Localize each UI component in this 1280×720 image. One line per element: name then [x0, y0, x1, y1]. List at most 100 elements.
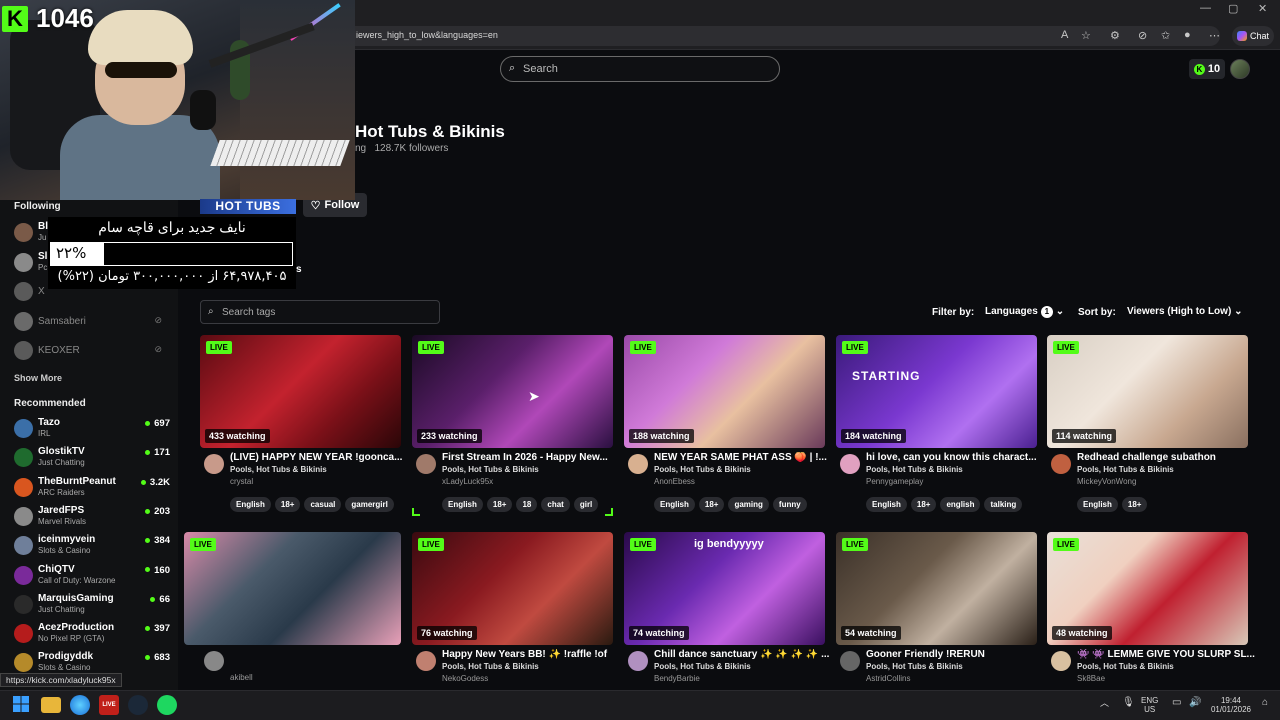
file-explorer-icon[interactable] — [41, 697, 61, 713]
spotify-icon[interactable] — [157, 695, 177, 715]
tag-chip[interactable]: chat — [541, 497, 570, 512]
tag-chip[interactable]: funny — [772, 497, 807, 512]
show-more-link[interactable]: Show More — [14, 373, 62, 383]
sidebar-recommended-item[interactable]: ChiQTV Call of Duty: Warzone 160 — [14, 563, 170, 589]
streamer-avatar[interactable] — [204, 651, 224, 671]
tag-chip[interactable]: gamergirl — [345, 497, 394, 512]
stream-title[interactable]: 👾 👾 LEMME GIVE YOU SLURP SL... — [1077, 649, 1255, 660]
stream-thumbnail[interactable]: LIVE 233 watching — [412, 335, 613, 448]
streamer-avatar[interactable] — [204, 454, 224, 474]
copilot-chat-button[interactable]: Chat — [1232, 26, 1274, 46]
tag-chip[interactable]: girl — [573, 497, 599, 512]
streamer-name[interactable]: BendyBarbie — [654, 674, 700, 683]
streamer-avatar[interactable] — [628, 454, 648, 474]
tag-chip[interactable]: English — [230, 497, 271, 512]
tag-chip[interactable]: 18+ — [698, 497, 725, 512]
sidebar-recommended-item[interactable]: GlostikTV Just Chatting 171 — [14, 445, 170, 471]
streamer-name[interactable]: Sk8Bae — [1077, 674, 1105, 683]
streamer-avatar[interactable] — [1051, 454, 1071, 474]
read-aloud-icon[interactable]: A — [1061, 29, 1068, 41]
stream-thumbnail[interactable]: LIVE 114 watching — [1047, 335, 1248, 448]
steam-icon[interactable] — [128, 695, 148, 715]
sidebar-recommended-item[interactable]: TheBurntPeanut ARC Raiders 3.2K — [14, 475, 170, 501]
sidebar-following-item[interactable]: KEOXER ⊘ — [14, 338, 170, 364]
tag-chip[interactable]: talking — [984, 497, 1023, 512]
tag-chip[interactable]: 18+ — [274, 497, 301, 512]
stream-title[interactable]: (LIVE) HAPPY NEW YEAR !gooncа... — [230, 452, 408, 463]
tag-chip[interactable]: 18+ — [1121, 497, 1148, 512]
streamer-avatar[interactable] — [628, 651, 648, 671]
stream-category[interactable]: Pools, Hot Tubs & Bikinis — [866, 662, 963, 671]
adblock-icon[interactable]: ⊘ — [1138, 29, 1147, 42]
windows-start-icon[interactable] — [12, 695, 32, 715]
stream-title[interactable]: Gooner Friendly !RERUN — [866, 649, 1044, 660]
close-icon[interactable]: ✕ — [1258, 2, 1267, 15]
streamer-name[interactable]: MickeyVonWong — [1077, 477, 1136, 486]
stream-thumbnail[interactable]: LIVE 48 watching — [1047, 532, 1248, 645]
maximize-icon[interactable]: ▢ — [1228, 2, 1238, 15]
volume-icon[interactable]: 🔊 — [1189, 698, 1201, 708]
notification-off-icon[interactable]: ⊘ — [154, 344, 162, 355]
stream-thumbnail[interactable]: LIVE 74 watching ig bendyyyyy — [624, 532, 825, 645]
tray-chevron-icon[interactable]: ︿ — [1100, 699, 1109, 708]
sidebar-following-item[interactable]: Samsaberi ⊘ — [14, 309, 170, 335]
streamer-name[interactable]: xLadyLuck95x — [442, 477, 493, 486]
streamer-name[interactable]: crystal — [230, 477, 253, 486]
stream-thumbnail[interactable]: LIVE 188 watching — [624, 335, 825, 448]
sidebar-recommended-item[interactable]: AcezProduction No Pixel RP (GTA) 397 — [14, 621, 170, 647]
tag-chip[interactable]: 18+ — [910, 497, 937, 512]
streamer-avatar[interactable] — [416, 454, 436, 474]
live-app-icon[interactable]: LIVE — [99, 695, 119, 715]
tag-chip[interactable]: English — [654, 497, 695, 512]
sidebar-recommended-item[interactable]: MarquisGaming Just Chatting 66 — [14, 592, 170, 618]
sidebar-recommended-item[interactable]: Tazo IRL 697 — [14, 416, 170, 442]
kicks-balance-button[interactable]: K 10 — [1189, 59, 1225, 79]
stream-title[interactable]: First Stream In 2026 - Happy New... — [442, 452, 620, 463]
streamer-name[interactable]: AstridCollins — [866, 674, 910, 683]
stream-category[interactable]: Pools, Hot Tubs & Bikinis — [442, 465, 539, 474]
network-icon[interactable]: ▭ — [1172, 698, 1181, 708]
language-indicator[interactable]: ENG US — [1141, 696, 1158, 714]
sidebar-recommended-item[interactable]: iceinmyvein Slots & Casino 384 — [14, 533, 170, 559]
extensions-icon[interactable]: ⚙ — [1110, 29, 1120, 42]
profile-icon[interactable]: ● — [1184, 29, 1191, 41]
tag-chip[interactable]: English — [866, 497, 907, 512]
stream-thumbnail[interactable]: LIVE 76 watching — [412, 532, 613, 645]
languages-filter-dropdown[interactable]: Languages 1 ⌄ — [985, 306, 1064, 318]
tag-chip[interactable]: English — [1077, 497, 1118, 512]
stream-category[interactable]: Pools, Hot Tubs & Bikinis — [654, 465, 751, 474]
stream-thumbnail[interactable]: LIVE — [184, 532, 401, 645]
notification-off-icon[interactable]: ⊘ — [154, 315, 162, 326]
tag-chip[interactable]: casual — [304, 497, 342, 512]
favorite-star-icon[interactable]: ☆ — [1081, 29, 1091, 42]
stream-thumbnail[interactable]: LIVE 184 watching STARTING — [836, 335, 1037, 448]
sidebar-recommended-item[interactable]: JaredFPS Marvel Rivals 203 — [14, 504, 170, 530]
stream-thumbnail[interactable]: LIVE 54 watching — [836, 532, 1037, 645]
stream-title[interactable]: NEW YEAR SAME PHAT ASS 🍑 | !... — [654, 452, 832, 463]
notifications-icon[interactable]: ⌂ — [1262, 698, 1268, 708]
favorites-icon[interactable]: ✩ — [1161, 29, 1170, 42]
minimize-icon[interactable]: — — [1200, 2, 1211, 14]
stream-title[interactable]: Happy New Years BB! ✨ !raffle !of — [442, 649, 620, 660]
streamer-avatar[interactable] — [840, 651, 860, 671]
streamer-name[interactable]: AnonEbess — [654, 477, 695, 486]
streamer-avatar[interactable] — [1051, 651, 1071, 671]
stream-category[interactable]: Pools, Hot Tubs & Bikinis — [654, 662, 751, 671]
streamer-avatar[interactable] — [416, 651, 436, 671]
tag-chip[interactable]: gaming — [728, 497, 769, 512]
user-avatar[interactable] — [1230, 59, 1250, 79]
stream-title[interactable]: Chill dance sanctuary ✨ ✨ ✨ ✨ ... — [654, 649, 832, 660]
sort-dropdown[interactable]: Viewers (High to Low) ⌄ — [1127, 306, 1242, 317]
stream-thumbnail[interactable]: LIVE 433 watching — [200, 335, 401, 448]
clock[interactable]: 19:44 01/01/2026 — [1206, 696, 1256, 714]
stream-category[interactable]: Pools, Hot Tubs & Bikinis — [230, 465, 327, 474]
tag-chip[interactable]: English — [442, 497, 483, 512]
streamer-name[interactable]: NekoGodess — [442, 674, 488, 683]
tag-chip[interactable]: 18+ — [486, 497, 513, 512]
microphone-icon[interactable]: 🎙 — [1122, 698, 1135, 708]
streamer-name[interactable]: Pennygameplay — [866, 477, 923, 486]
tag-chip[interactable]: 18 — [516, 497, 538, 512]
streamer-name[interactable]: akibell — [230, 673, 253, 682]
tag-chip[interactable]: english — [940, 497, 981, 512]
stream-title[interactable]: Redhead challenge subathon — [1077, 452, 1255, 463]
